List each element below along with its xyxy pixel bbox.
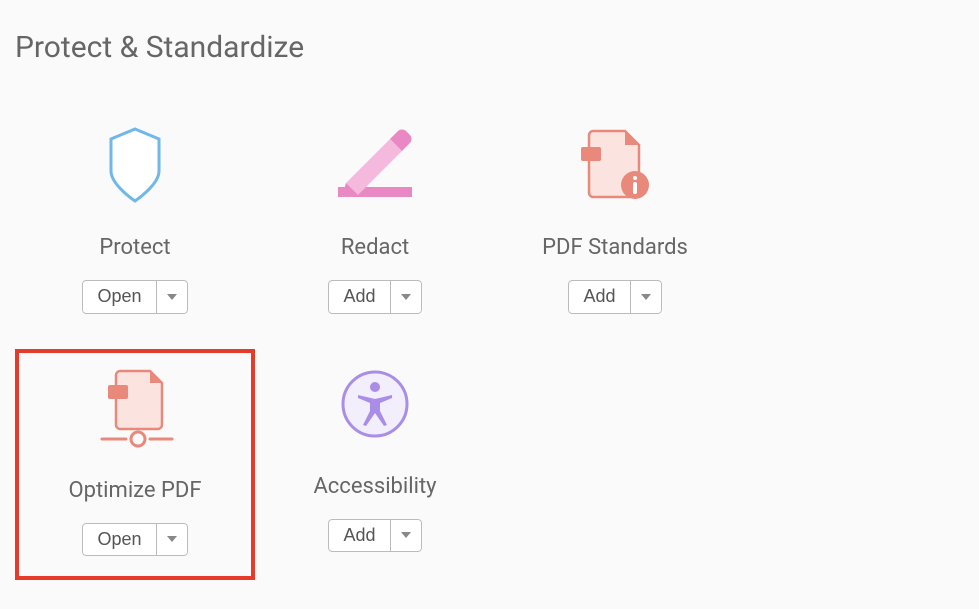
accessibility-icon: [340, 359, 410, 449]
section-title: Protect & Standardize: [15, 30, 964, 65]
add-button-pdf-standards[interactable]: Add: [568, 280, 630, 314]
tool-card-protect[interactable]: Protect Open: [15, 110, 255, 334]
dropdown-caret-redact[interactable]: [391, 280, 422, 314]
optimize-pdf-icon: [92, 363, 178, 453]
tool-card-optimize-pdf[interactable]: Optimize PDF Open: [15, 349, 255, 581]
tool-label-redact: Redact: [341, 235, 409, 260]
split-button-optimize-pdf: Open: [82, 523, 187, 557]
chevron-down-icon: [641, 294, 651, 300]
dropdown-caret-protect[interactable]: [157, 280, 188, 314]
add-button-redact[interactable]: Add: [328, 280, 390, 314]
open-button-optimize-pdf[interactable]: Open: [82, 523, 156, 557]
open-button-protect[interactable]: Open: [82, 280, 156, 314]
tool-card-accessibility[interactable]: Accessibility Add: [255, 349, 495, 581]
split-button-protect: Open: [82, 280, 187, 314]
split-button-pdf-standards: Add: [568, 280, 661, 314]
split-button-accessibility: Add: [328, 519, 421, 553]
add-button-accessibility[interactable]: Add: [328, 519, 390, 553]
tool-label-protect: Protect: [99, 235, 170, 260]
shield-icon: [103, 120, 167, 210]
tool-label-pdf-standards: PDF Standards: [542, 235, 688, 260]
tool-card-pdf-standards[interactable]: PDF Standards Add: [495, 110, 735, 334]
redact-icon: [332, 120, 418, 210]
chevron-down-icon: [167, 294, 177, 300]
tool-label-accessibility: Accessibility: [313, 474, 436, 499]
chevron-down-icon: [401, 294, 411, 300]
dropdown-caret-optimize-pdf[interactable]: [157, 523, 188, 557]
dropdown-caret-pdf-standards[interactable]: [631, 280, 662, 314]
tool-card-redact[interactable]: Redact Add: [255, 110, 495, 334]
tools-grid: Protect Open Redact Add: [15, 110, 964, 595]
chevron-down-icon: [401, 532, 411, 538]
pdf-standards-icon: [575, 120, 655, 210]
split-button-redact: Add: [328, 280, 421, 314]
chevron-down-icon: [167, 536, 177, 542]
tool-label-optimize-pdf: Optimize PDF: [68, 478, 201, 503]
dropdown-caret-accessibility[interactable]: [391, 519, 422, 553]
